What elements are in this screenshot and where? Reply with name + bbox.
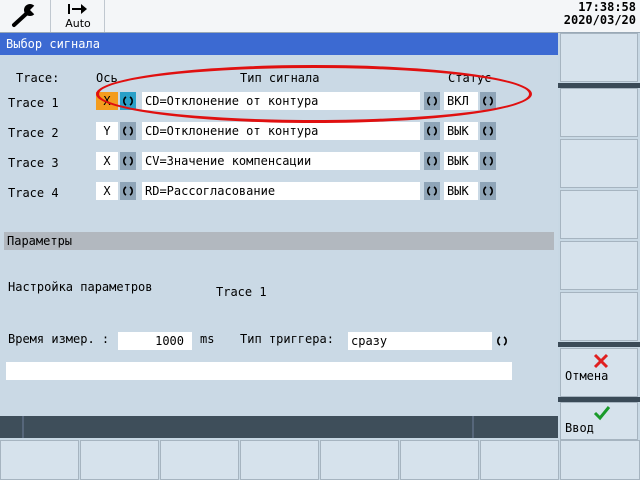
trace-2-signal-field[interactable]: CD=Отклонение от контура xyxy=(142,122,420,140)
trigger-type-label: Тип триггера: xyxy=(240,332,334,346)
cancel-softkey[interactable]: Отмена xyxy=(560,348,638,397)
trace-3-signal-toggle[interactable] xyxy=(424,152,440,170)
hsoftkey-2[interactable] xyxy=(80,440,159,480)
checkmark-icon xyxy=(593,406,611,421)
trace-4-signal-toggle[interactable] xyxy=(424,182,440,200)
bottom-status-bar xyxy=(0,416,558,438)
meas-time-unit: ms xyxy=(200,332,215,346)
trace-2-label: Trace 2 xyxy=(8,126,59,140)
trace-4-label: Trace 4 xyxy=(8,186,59,200)
softkey-6[interactable] xyxy=(560,292,638,341)
params-section-bar: Параметры xyxy=(4,232,554,250)
red-highlight-ellipse xyxy=(96,65,532,123)
trace-3-status-toggle[interactable] xyxy=(480,152,496,170)
toggle-icon xyxy=(123,156,133,166)
toggle-icon xyxy=(483,126,493,136)
toggle-icon xyxy=(123,126,133,136)
trace-3-status-field[interactable]: ВЫК xyxy=(444,152,478,170)
ok-label: Ввод xyxy=(565,421,594,435)
window-title: Выбор сигнала xyxy=(6,37,100,51)
softkey-divider xyxy=(558,342,640,347)
hsoftkey-4[interactable] xyxy=(240,440,319,480)
toggle-icon xyxy=(497,336,507,346)
trace-2-status-toggle[interactable] xyxy=(480,122,496,140)
toggle-icon xyxy=(427,156,437,166)
clock: 17:38:58 2020/03/20 xyxy=(564,1,636,27)
trace-2-axis-field[interactable]: Y xyxy=(96,122,118,140)
softkey-2[interactable] xyxy=(560,88,638,137)
trigger-type-field[interactable]: сразу xyxy=(348,332,492,350)
softkey-5[interactable] xyxy=(560,241,638,290)
trace-4-axis-toggle[interactable] xyxy=(120,182,136,200)
toggle-icon xyxy=(483,186,493,196)
param-setup-value: Trace 1 xyxy=(216,285,267,299)
toggle-icon xyxy=(483,156,493,166)
hsoftkey-6[interactable] xyxy=(400,440,479,480)
softkey-1[interactable] xyxy=(560,33,638,82)
trace-2-axis-toggle[interactable] xyxy=(120,122,136,140)
mode-auto-button[interactable]: Auto xyxy=(52,0,105,32)
trace-3-axis-field[interactable]: X xyxy=(96,152,118,170)
trace-4-axis-field[interactable]: X xyxy=(96,182,118,200)
softkey-3[interactable] xyxy=(560,139,638,188)
cancel-label: Отмена xyxy=(565,369,609,383)
hsoftkey-3[interactable] xyxy=(160,440,239,480)
toggle-icon xyxy=(427,126,437,136)
hsoftkey-7[interactable] xyxy=(480,440,559,480)
hsoftkey-5[interactable] xyxy=(320,440,399,480)
header-trace: Trace: xyxy=(16,71,60,85)
trace-2-signal-toggle[interactable] xyxy=(424,122,440,140)
meas-time-input[interactable]: 1000 xyxy=(118,332,192,350)
trace-2-status-field[interactable]: ВЫК xyxy=(444,122,478,140)
trace-4-signal-field[interactable]: RD=Рассогласование xyxy=(142,182,420,200)
trigger-type-toggle[interactable] xyxy=(494,332,510,350)
meas-time-label: Время измер. : xyxy=(8,332,110,346)
wrench-icon[interactable] xyxy=(0,0,51,32)
trace-3-label: Trace 3 xyxy=(8,156,59,170)
trace-1-label: Trace 1 xyxy=(8,96,59,110)
window-title-bar: Выбор сигнала xyxy=(0,33,558,55)
softkey-4[interactable] xyxy=(560,190,638,239)
trace-4-status-toggle[interactable] xyxy=(480,182,496,200)
hsoftkey-8[interactable] xyxy=(560,440,640,480)
cancel-icon xyxy=(593,353,609,369)
mode-label: Auto xyxy=(65,17,91,30)
toggle-icon xyxy=(123,186,133,196)
ok-softkey[interactable]: Ввод xyxy=(560,402,638,440)
arrow-right-icon xyxy=(68,4,87,14)
trace-3-signal-field[interactable]: CV=Значение компенсации xyxy=(142,152,420,170)
clock-date: 2020/03/20 xyxy=(563,13,636,27)
params-section-title: Параметры xyxy=(7,234,73,248)
toggle-icon xyxy=(427,186,437,196)
trace-3-axis-toggle[interactable] xyxy=(120,152,136,170)
trace-4-status-field[interactable]: ВЫК xyxy=(444,182,478,200)
message-line xyxy=(6,362,512,380)
hsoftkey-1[interactable] xyxy=(0,440,79,480)
param-setup-label: Настройка параметров xyxy=(8,280,153,294)
